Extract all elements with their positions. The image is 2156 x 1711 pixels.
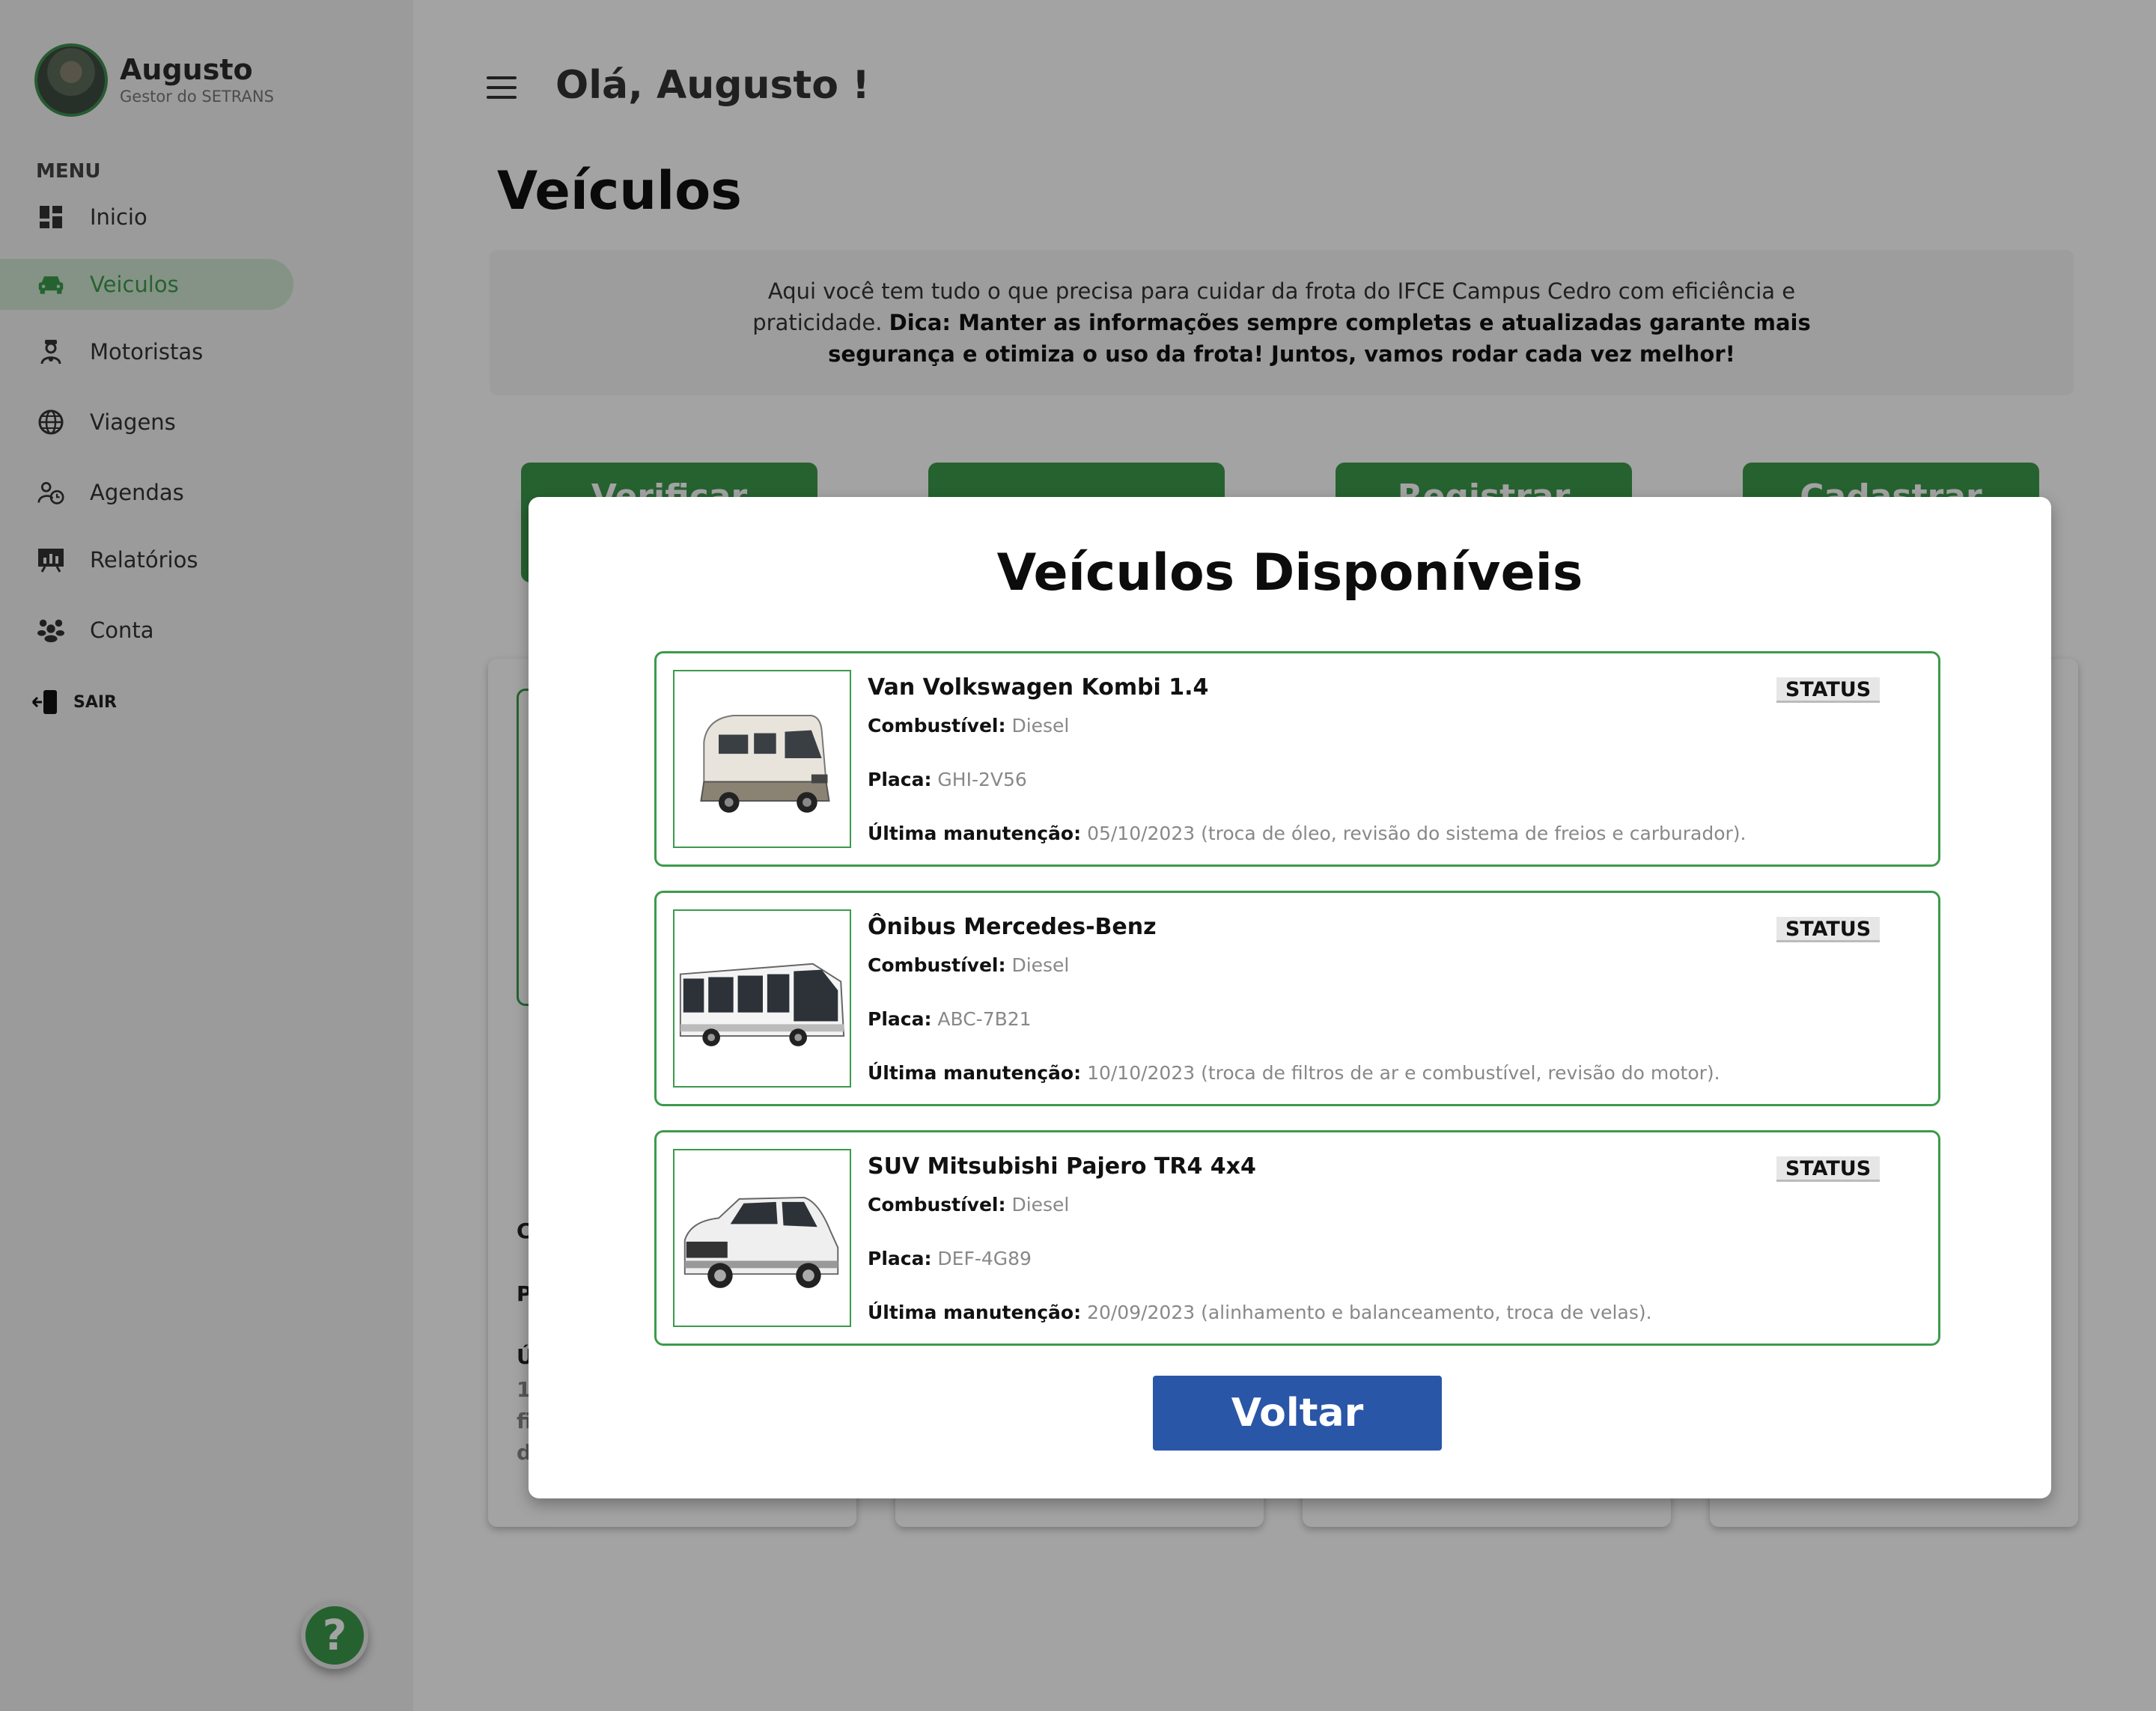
vehicle-plate: Placa: ABC-7B21 [868, 1008, 1032, 1030]
vehicle-item[interactable]: SUV Mitsubishi Pajero TR4 4x4 Combustíve… [654, 1130, 1940, 1346]
available-vehicles-modal: Veículos Disponíveis Van Volkswagen Komb… [529, 497, 2051, 1498]
status-badge: STATUS [1776, 917, 1880, 942]
vehicle-item[interactable]: Van Volkswagen Kombi 1.4 Combustível: Di… [654, 651, 1940, 867]
vehicle-fuel: Combustível: Diesel [868, 715, 1070, 736]
suv-image [673, 1149, 851, 1327]
back-button[interactable]: Voltar [1153, 1376, 1442, 1451]
bus-image [673, 909, 851, 1088]
vehicle-name: Van Volkswagen Kombi 1.4 [868, 674, 1209, 701]
vehicle-plate: Placa: DEF-4G89 [868, 1248, 1032, 1269]
vehicle-fuel: Combustível: Diesel [868, 954, 1070, 976]
vehicle-plate: Placa: GHI-2V56 [868, 769, 1027, 790]
vehicle-maintenance: Última manutenção: 10/10/2023 (troca de … [868, 1062, 1720, 1084]
vehicle-name: Ônibus Mercedes-Benz [868, 914, 1157, 940]
vehicle-item[interactable]: Ônibus Mercedes-Benz Combustível: Diesel… [654, 891, 1940, 1106]
vehicle-fuel: Combustível: Diesel [868, 1194, 1070, 1216]
status-badge: STATUS [1776, 677, 1880, 703]
vehicle-maintenance: Última manutenção: 05/10/2023 (troca de … [868, 823, 1747, 844]
modal-title: Veículos Disponíveis [996, 543, 1583, 603]
van-image [673, 670, 851, 848]
vehicle-name: SUV Mitsubishi Pajero TR4 4x4 [868, 1153, 1256, 1180]
vehicle-maintenance: Última manutenção: 20/09/2023 (alinhamen… [868, 1302, 1652, 1323]
status-badge: STATUS [1776, 1156, 1880, 1182]
